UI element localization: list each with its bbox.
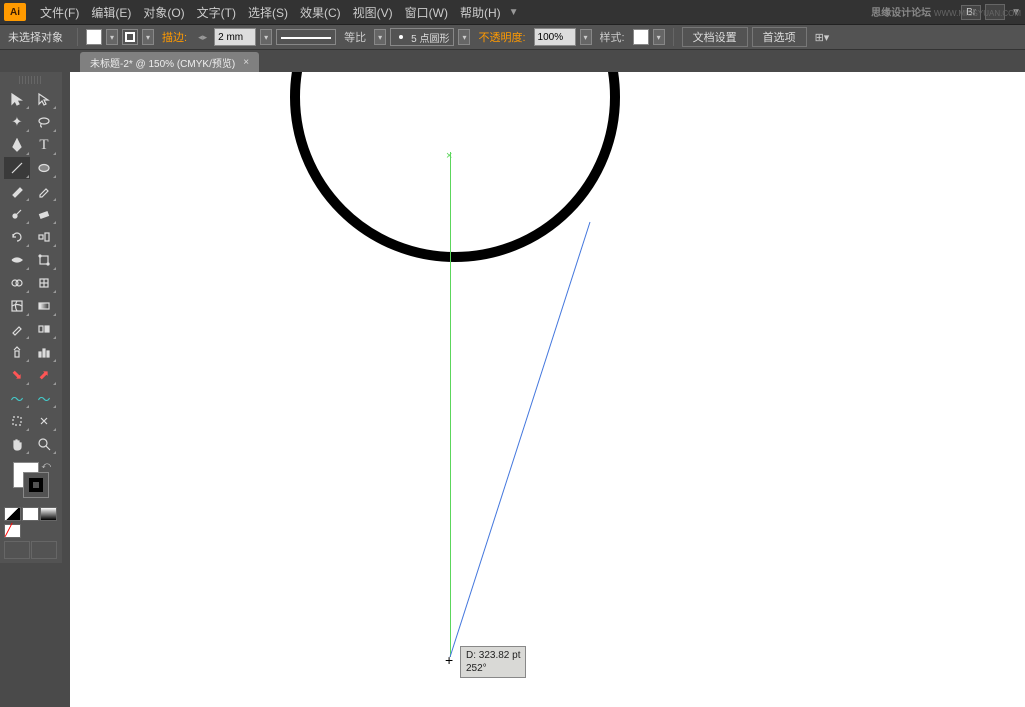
hand-tool[interactable] [4,433,30,455]
smart-guide-vertical [450,152,451,657]
direct-selection-tool[interactable] [31,88,57,110]
cursor-crosshair-icon: + [445,652,453,668]
app-logo: Ai [4,3,26,21]
control-bar: 未选择对象 ▾ ▾ 描边: ◂▸ 2 mm ▾ 等比 ▾ 5 点圆形 ▾ 不透明… [0,25,1025,50]
perspective-grid-tool[interactable]: 〜 [4,387,30,409]
toolbox-grip[interactable] [19,76,43,84]
swap-fill-stroke-icon[interactable]: ⤺ [41,460,51,471]
selection-status: 未选择对象 [8,29,63,45]
artwork-circle [290,72,620,262]
free-transform-tool[interactable] [31,249,57,271]
color-mode[interactable] [22,507,39,521]
measurement-tooltip: D: 323.82 pt 252° [460,646,526,678]
paintbrush-tool[interactable] [4,180,30,202]
live-paint-tool[interactable] [31,272,57,294]
document-setup-button[interactable]: 文档设置 [682,27,748,47]
shape-builder-tool[interactable] [4,272,30,294]
line-tool[interactable] [4,157,30,179]
help-dropdown-icon[interactable]: ▼ [509,7,519,18]
style-dropdown[interactable]: ▾ [653,29,665,45]
gradient-tool[interactable] [31,295,57,317]
stroke-dropdown[interactable]: ▾ [142,29,154,45]
profile-dropdown[interactable]: ▾ [374,29,386,45]
stroke-profile-preview[interactable] [276,29,336,45]
symbol-sprayer-tool[interactable] [4,341,30,363]
opacity-label[interactable]: 不透明度: [478,29,525,45]
preferences-button[interactable]: 首选项 [752,27,807,47]
stroke-swatch[interactable] [122,29,138,45]
style-label: 样式: [600,29,625,45]
profile-label: 等比 [344,29,366,45]
stroke-stepper[interactable]: ◂▸ [195,32,210,43]
toolbox: ✦ T ⬊ ⬈ 〜 [0,72,62,563]
mesh-tool[interactable] [4,295,30,317]
stroke-weight-dropdown[interactable]: ▾ [260,29,272,45]
menu-select[interactable]: 选择(S) [242,4,294,21]
rotate-tool[interactable] [4,226,30,248]
menu-file[interactable]: 文件(F) [34,4,85,21]
menu-object[interactable]: 对象(O) [137,4,190,21]
menu-edit[interactable]: 编辑(E) [85,4,137,21]
stroke-color[interactable] [23,472,49,498]
artboard-tool-2[interactable] [4,410,30,432]
fill-swatch[interactable] [86,29,102,45]
watermark: 思缘设计论坛 WWW.MISSYUAN.COM [871,4,1021,19]
document-tab-bar: 未标题-2* @ 150% (CMYK/预览) × [0,50,1025,72]
default-fill-stroke[interactable] [4,507,21,521]
menu-window[interactable]: 窗口(W) [399,4,454,21]
column-graph-tool[interactable] [31,341,57,363]
style-swatch[interactable] [633,29,649,45]
document-tab-title: 未标题-2* @ 150% (CMYK/预览) [90,55,235,70]
menu-effect[interactable]: 效果(C) [294,4,347,21]
menu-help[interactable]: 帮助(H) [454,4,507,21]
screen-mode-normal[interactable] [4,541,30,559]
type-tool[interactable]: T [31,134,57,156]
gradient-mode[interactable] [40,507,57,521]
brush-dot-icon [395,31,407,43]
scale-tool[interactable] [31,226,57,248]
tooltip-distance: D: 323.82 pt [466,649,520,662]
fill-stroke-control[interactable]: ⤺ [11,460,51,500]
document-tab[interactable]: 未标题-2* @ 150% (CMYK/预览) × [80,52,259,72]
selection-tool[interactable] [4,88,30,110]
stroke-weight-input[interactable]: 2 mm [214,28,256,46]
artboard-tool[interactable]: ⬊ [4,364,30,386]
none-mode[interactable]: ╱ [4,524,21,538]
magic-wand-tool[interactable]: ✦ [4,111,30,133]
width-tool[interactable] [4,249,30,271]
eraser-tool[interactable] [31,203,57,225]
tooltip-angle: 252° [466,662,520,675]
eyedropper-tool[interactable] [4,318,30,340]
brush-select[interactable]: 5 点圆形 [390,28,454,46]
opacity-dropdown[interactable]: ▾ [580,29,592,45]
screen-mode-full[interactable] [31,541,57,559]
zoom-tool[interactable] [31,433,57,455]
fill-dropdown[interactable]: ▾ [106,29,118,45]
close-tab-icon[interactable]: × [243,57,249,68]
menu-type[interactable]: 文字(T) [191,4,242,21]
brush-dropdown[interactable]: ▾ [458,29,470,45]
menu-view[interactable]: 视图(V) [347,4,399,21]
ellipse-tool[interactable] [31,157,57,179]
pen-tool[interactable] [4,134,30,156]
blend-tool[interactable] [31,318,57,340]
slice-tool-2[interactable] [31,410,57,432]
pencil-tool[interactable] [31,180,57,202]
lasso-tool[interactable] [31,111,57,133]
curvature-tool[interactable]: 〜 [31,387,57,409]
opacity-input[interactable]: 100% [534,28,576,46]
align-icon[interactable]: ⊞▾ [815,31,830,44]
blob-brush-tool[interactable] [4,203,30,225]
slice-tool[interactable]: ⬈ [31,364,57,386]
canvas[interactable]: × + D: 323.82 pt 252° [70,72,1025,707]
stroke-label[interactable]: 描边: [162,29,187,45]
